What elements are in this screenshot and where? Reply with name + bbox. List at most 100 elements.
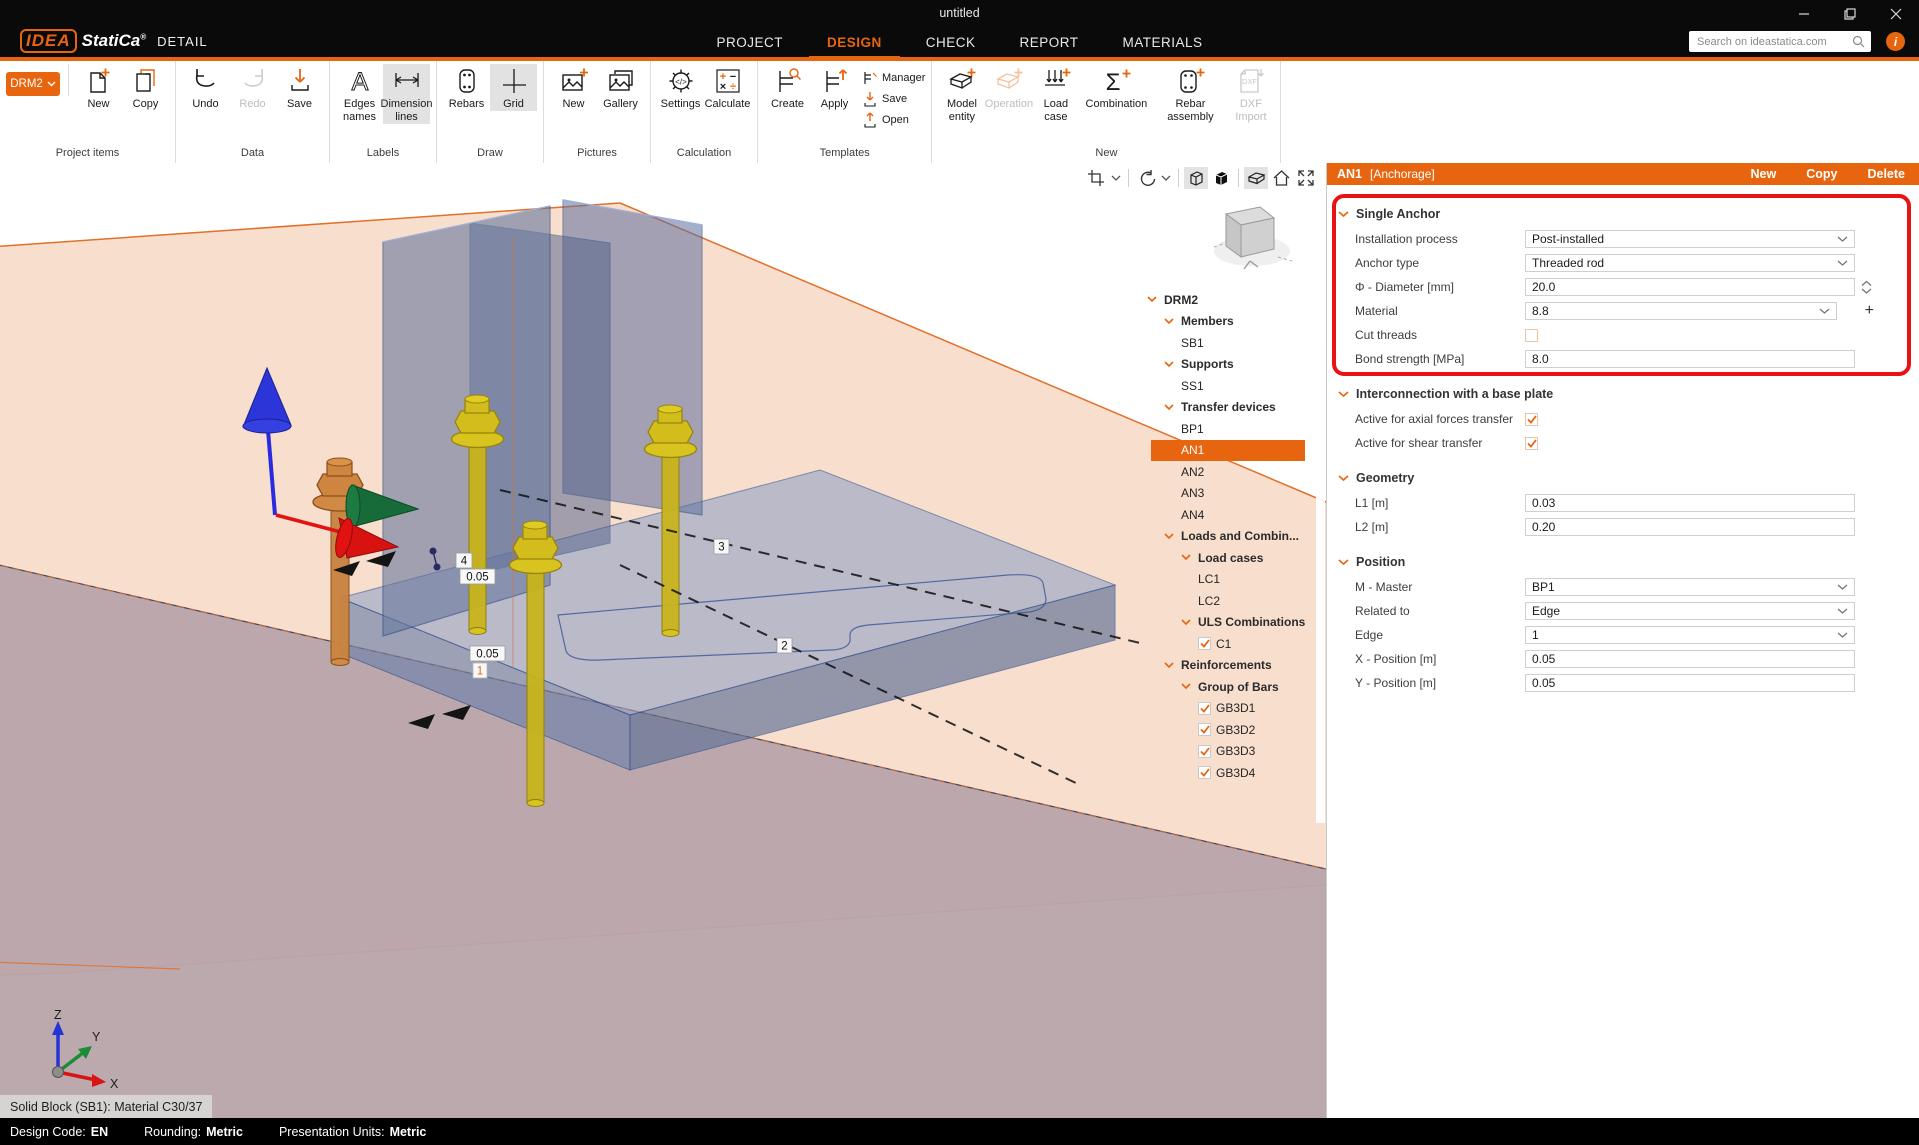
- template-open-button[interactable]: Open: [862, 110, 925, 130]
- tree-item-gb3d2[interactable]: GB3D2: [1135, 719, 1319, 741]
- x-dimension-label[interactable]: 0.05: [460, 569, 495, 584]
- tab-project[interactable]: PROJECT: [716, 27, 783, 57]
- dxf-import-button[interactable]: DXF DXFImport: [1227, 64, 1274, 124]
- tree-item-an3[interactable]: AN3: [1135, 483, 1319, 505]
- tree-item-transfer-devices[interactable]: Transfer devices: [1135, 397, 1319, 419]
- x-position-input[interactable]: 0.05: [1525, 650, 1855, 668]
- l2-input[interactable]: 0.20: [1525, 518, 1855, 536]
- checkbox-checked[interactable]: [1198, 723, 1211, 736]
- rotate-view-dropdown[interactable]: [1159, 167, 1173, 189]
- chevron-down-icon[interactable]: [1181, 619, 1198, 626]
- checkbox-checked[interactable]: [1198, 702, 1211, 715]
- tree-item-bp1[interactable]: BP1: [1135, 418, 1319, 440]
- section-view-button[interactable]: [1244, 167, 1268, 189]
- section-header-geometry[interactable]: Geometry: [1327, 465, 1919, 491]
- settings-button[interactable]: </> Settings: [657, 64, 704, 111]
- diameter-spinner[interactable]: [1861, 280, 1872, 295]
- diameter-input[interactable]: 20.0: [1525, 278, 1855, 296]
- checkbox-checked[interactable]: [1198, 745, 1211, 758]
- dimension-lines-button[interactable]: Dimensionlines: [383, 64, 430, 124]
- tree-item-gb3d1[interactable]: GB3D1: [1135, 698, 1319, 720]
- redo-button[interactable]: Redo: [229, 64, 276, 111]
- template-save-button[interactable]: Save: [862, 89, 925, 109]
- edge-dropdown[interactable]: 1: [1525, 626, 1855, 644]
- wireframe-view-button[interactable]: [1184, 167, 1208, 189]
- rotate-view-button[interactable]: [1134, 167, 1158, 189]
- chevron-down-icon[interactable]: [1164, 361, 1181, 368]
- panel-delete-button[interactable]: Delete: [1867, 167, 1905, 181]
- minimize-button[interactable]: [1781, 0, 1827, 27]
- info-icon[interactable]: i: [1886, 32, 1905, 51]
- home-view-button[interactable]: [1269, 167, 1293, 189]
- chevron-down-icon[interactable]: [1181, 683, 1198, 690]
- tree-item-loads[interactable]: Loads and Combin...: [1135, 526, 1319, 548]
- model-entity-button[interactable]: Modelentity: [938, 64, 985, 124]
- tree-item-sb1[interactable]: SB1: [1135, 332, 1319, 354]
- combination-button[interactable]: Σ Combination: [1079, 64, 1153, 111]
- tree-item-ss1[interactable]: SS1: [1135, 375, 1319, 397]
- rebars-button[interactable]: Rebars: [443, 64, 490, 111]
- tree-item-supports[interactable]: Supports: [1135, 354, 1319, 376]
- template-create-button[interactable]: Create: [764, 64, 811, 111]
- installation-process-dropdown[interactable]: Post-installed: [1525, 230, 1855, 248]
- chevron-down-icon[interactable]: [1164, 318, 1181, 325]
- master-dropdown[interactable]: BP1: [1525, 578, 1855, 596]
- tree-item-an4[interactable]: AN4: [1135, 504, 1319, 526]
- tree-item-reinforcements[interactable]: Reinforcements: [1135, 655, 1319, 677]
- rebar-assembly-button[interactable]: Rebarassembly: [1153, 64, 1227, 124]
- shear-transfer-checkbox[interactable]: [1525, 437, 1538, 450]
- section-header-single-anchor[interactable]: Single Anchor: [1327, 201, 1919, 227]
- anchor-type-dropdown[interactable]: Threaded rod: [1525, 254, 1855, 272]
- nav-cube[interactable]: [1210, 197, 1294, 276]
- tree-item-an1-selected[interactable]: AN1: [1135, 440, 1319, 462]
- tree-item-gb3d3[interactable]: GB3D3: [1135, 741, 1319, 763]
- search-box[interactable]: [1689, 31, 1871, 52]
- y-dimension-label[interactable]: 0.05: [470, 646, 505, 661]
- edges-names-button[interactable]: A Edgesnames: [336, 64, 383, 124]
- template-apply-button[interactable]: Apply: [811, 64, 858, 111]
- related-to-dropdown[interactable]: Edge: [1525, 602, 1855, 620]
- operation-button[interactable]: Operation: [985, 64, 1032, 111]
- cut-threads-checkbox[interactable]: [1525, 329, 1538, 342]
- section-header-position[interactable]: Position: [1327, 549, 1919, 575]
- tree-item-lc1[interactable]: LC1: [1135, 569, 1319, 591]
- crop-view-dropdown[interactable]: [1109, 167, 1123, 189]
- chevron-down-icon[interactable]: [1147, 296, 1164, 303]
- fullscreen-button[interactable]: [1294, 167, 1318, 189]
- undo-button[interactable]: Undo: [182, 64, 229, 111]
- new-project-item-button[interactable]: New: [75, 64, 122, 111]
- viewport-3d[interactable]: 4 0.05 0.05 1 3 2 Z Y X: [0, 163, 1326, 1118]
- chevron-down-icon[interactable]: [1181, 554, 1198, 561]
- chevron-down-icon[interactable]: [1164, 662, 1181, 669]
- save-button[interactable]: Save: [276, 64, 323, 111]
- copy-project-item-button[interactable]: Copy: [122, 64, 169, 111]
- chevron-down-icon[interactable]: [1164, 533, 1181, 540]
- material-dropdown[interactable]: 8.8: [1525, 302, 1837, 320]
- calculate-button[interactable]: +−×÷ Calculate: [704, 64, 751, 111]
- template-manager-button[interactable]: Manager: [862, 68, 925, 88]
- search-input[interactable]: [1689, 36, 1852, 48]
- tab-design[interactable]: DESIGN: [827, 27, 882, 57]
- section-header-interconnection[interactable]: Interconnection with a base plate: [1327, 381, 1919, 407]
- tab-check[interactable]: CHECK: [926, 27, 976, 57]
- project-selector-dropdown[interactable]: DRM2: [6, 72, 60, 96]
- y-position-input[interactable]: 0.05: [1525, 674, 1855, 692]
- tab-report[interactable]: REPORT: [1020, 27, 1079, 57]
- l1-input[interactable]: 0.03: [1525, 494, 1855, 512]
- tab-materials[interactable]: MATERIALS: [1123, 27, 1203, 57]
- close-button[interactable]: [1873, 0, 1919, 27]
- maximize-button[interactable]: [1827, 0, 1873, 27]
- grid-button[interactable]: Grid: [490, 64, 537, 111]
- checkbox-checked[interactable]: [1198, 766, 1211, 779]
- solid-view-button[interactable]: [1209, 167, 1233, 189]
- chevron-down-icon[interactable]: [1164, 404, 1181, 411]
- tree-item-uls-combinations[interactable]: ULS Combinations: [1135, 612, 1319, 634]
- checkbox-checked[interactable]: [1198, 637, 1211, 650]
- load-case-button[interactable]: Loadcase: [1032, 64, 1079, 124]
- gallery-button[interactable]: Gallery: [597, 64, 644, 111]
- panel-copy-button[interactable]: Copy: [1806, 167, 1837, 181]
- tree-item-group-of-bars[interactable]: Group of Bars: [1135, 676, 1319, 698]
- panel-new-button[interactable]: New: [1751, 167, 1777, 181]
- tree-item-members[interactable]: Members: [1135, 311, 1319, 333]
- tree-item-c1[interactable]: C1: [1135, 633, 1319, 655]
